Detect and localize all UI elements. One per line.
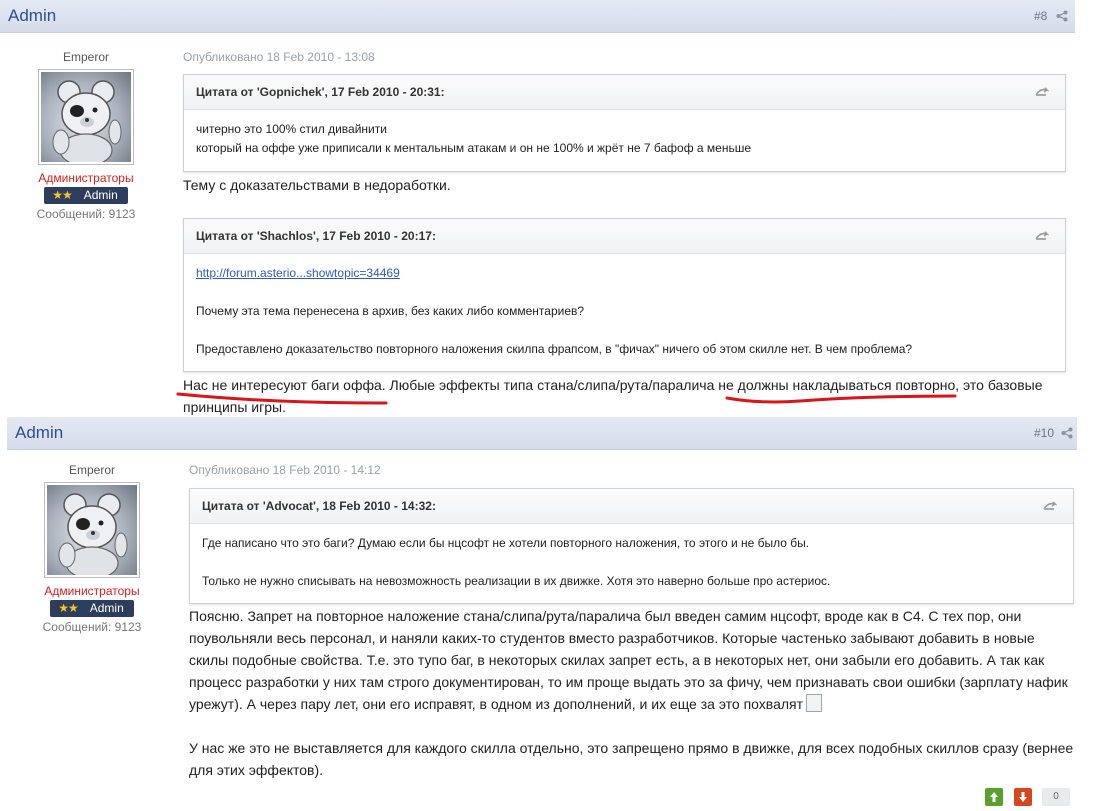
post-header: Admin #10 [7,417,1077,450]
broken-smiley-image-icon [806,694,823,712]
post-text: Поясню. Запрет на повторное наложение ст… [189,605,1074,715]
teddy-bear-avatar-image [47,485,137,575]
post-author-link[interactable]: Admin [15,423,63,443]
avatar[interactable] [44,482,140,578]
quote-block: Цитата от 'Advocat', 18 Feb 2010 - 14:32… [189,488,1074,604]
quote-view-post-icon[interactable] [1043,501,1057,511]
quote-header: Цитата от 'Advocat', 18 Feb 2010 - 14:32… [190,489,1073,524]
vote-count: 0 [1042,788,1070,806]
author-group: Администраторы [44,584,140,598]
post-published-date: Опубликовано 18 Feb 2010 - 14:12 [189,463,381,477]
badge-label: Admin [89,601,124,615]
quote-body: Где написано что это баги? Думаю если бы… [190,524,1073,599]
arrow-down-icon [1019,792,1027,802]
post-text: У нас же это не выставляется для каждого… [189,740,1074,778]
author-message-count: Сообщений: 9123 [42,620,142,634]
badge-stars-icon: ★★ [58,601,78,615]
vote-up-button[interactable] [985,788,1003,806]
author-sidebar: Emperor Администраторы ★★ Admin Сообщений… [17,463,167,634]
quote-line: Где написано что это баги? Думаю если бы… [202,536,810,550]
quote-header-text: Цитата от 'Advocat', 18 Feb 2010 - 14:32… [202,499,436,513]
admin-badge: ★★ Admin [50,600,134,617]
post-number-link[interactable]: #10 [1034,426,1054,440]
arrow-up-icon [990,792,998,802]
quote-line: Только не нужно списывать на невозможнос… [202,574,831,588]
author-rank: Emperor [68,463,115,477]
red-underline-annotation [176,392,957,405]
share-icon[interactable] [1061,427,1073,439]
post-paragraph: Поясню. Запрет на повторное наложение ст… [189,608,1068,712]
vote-down-button[interactable] [1014,788,1032,806]
